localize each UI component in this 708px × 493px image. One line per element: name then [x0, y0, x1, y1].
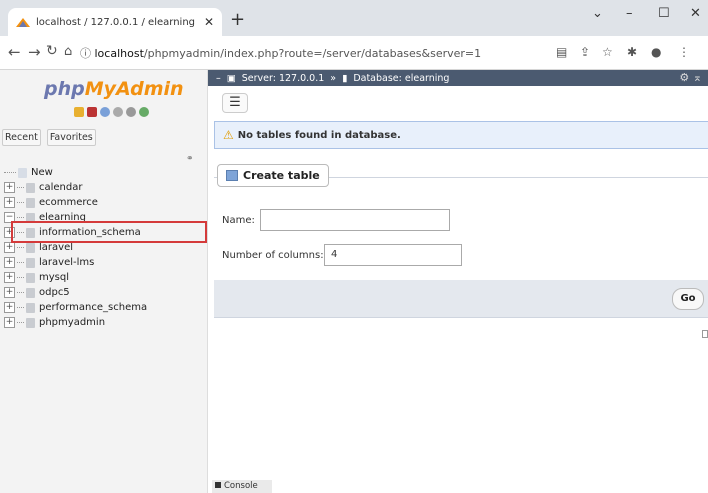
columns-count-input[interactable]: 4	[324, 244, 462, 266]
docs-icon[interactable]	[113, 107, 123, 117]
translate-icon[interactable]: ▤	[556, 45, 567, 59]
home-icon[interactable]	[74, 107, 84, 117]
main-content: – ▣ Server: 127.0.0.1 » ▮ Database: elea…	[208, 70, 708, 493]
database-icon	[26, 182, 35, 193]
expand-icon[interactable]: +	[4, 242, 15, 253]
notice-text: No tables found in database.	[237, 129, 401, 141]
database-icon	[26, 257, 35, 268]
profile-icon[interactable]: ●	[651, 45, 661, 59]
breadcrumb-server[interactable]: Server: 127.0.0.1	[242, 73, 325, 84]
extensions-icon[interactable]: ✱	[627, 45, 637, 59]
tree-item-calendar[interactable]: + calendar	[2, 180, 206, 195]
minimize-icon[interactable]: –	[626, 6, 633, 21]
url-host: localhost	[94, 47, 144, 60]
expand-icon[interactable]: +	[4, 197, 15, 208]
tree-item-new[interactable]: New	[2, 165, 206, 180]
create-table-legend: Create table	[217, 164, 329, 187]
database-icon	[26, 302, 35, 313]
link-icon[interactable]: ⚭	[186, 154, 194, 164]
bookmark-star-icon[interactable]: ☆	[602, 45, 613, 59]
tree-item-phpmyadmin[interactable]: + phpmyadmin	[2, 315, 206, 330]
table-name-input[interactable]	[260, 209, 450, 231]
share-icon[interactable]: ⇪	[580, 45, 590, 59]
form-footer: Go	[214, 280, 708, 318]
database-tree: New + calendar + ecommerce − elearning +…	[2, 165, 206, 330]
database-icon	[26, 317, 35, 328]
browser-tab[interactable]: localhost / 127.0.0.1 / elearning ✕	[8, 8, 222, 36]
forward-icon[interactable]: →	[28, 43, 41, 61]
server-icon: ▣	[226, 72, 236, 84]
nav-quick-icons	[74, 107, 149, 117]
url-path: /phpmyadmin/index.php?route=/server/data…	[143, 47, 482, 60]
favorites-tab[interactable]: Favorites	[46, 129, 96, 146]
logout-icon[interactable]	[87, 107, 97, 117]
expand-icon[interactable]: +	[4, 287, 15, 298]
tree-item-mysql[interactable]: + mysql	[2, 270, 206, 285]
new-db-icon	[18, 167, 27, 178]
tab-title: localhost / 127.0.0.1 / elearning	[36, 16, 195, 28]
tree-item-performance-schema[interactable]: + performance_schema	[2, 300, 206, 315]
table-add-icon	[226, 170, 238, 181]
no-tables-notice: ⚠ No tables found in database.	[214, 121, 708, 149]
expand-icon[interactable]: +	[4, 182, 15, 193]
info-icon[interactable]: ⓘ	[80, 47, 91, 60]
reload-icon[interactable]: ↻	[46, 43, 58, 59]
selection-highlight	[11, 221, 207, 243]
recent-tab[interactable]: Recent	[2, 129, 41, 146]
browser-toolbar: ← → ↻ ⌂ ⓘ localhost/phpmyadmin/index.php…	[0, 36, 708, 70]
address-bar[interactable]: ⓘ localhost/phpmyadmin/index.php?route=/…	[80, 45, 481, 61]
breadcrumb-database[interactable]: Database: elearning	[353, 73, 449, 84]
database-icon	[26, 272, 35, 283]
query-icon[interactable]	[100, 107, 110, 117]
expand-icon[interactable]: +	[4, 272, 15, 283]
new-tab-button[interactable]: +	[230, 9, 245, 30]
name-label: Name:	[222, 215, 255, 226]
tree-item-odpc5[interactable]: + odpc5	[2, 285, 206, 300]
page-icon	[702, 330, 708, 338]
expand-icon[interactable]: +	[4, 317, 15, 328]
columns-label: Number of columns:	[222, 250, 324, 261]
window-close-icon[interactable]: ✕	[690, 6, 701, 21]
collapse-nav-icon[interactable]: –	[216, 73, 221, 84]
console-toggle[interactable]: Console	[212, 480, 272, 493]
tree-item-ecommerce[interactable]: + ecommerce	[2, 195, 206, 210]
warning-icon: ⚠	[223, 128, 234, 142]
breadcrumb-separator: »	[330, 72, 337, 84]
back-icon[interactable]: ←	[8, 43, 21, 61]
database-icon	[26, 287, 35, 298]
expand-icon[interactable]: +	[4, 257, 15, 268]
navigation-panel: phpMyAdmin Recent Favorites ⚭ New + cale…	[0, 70, 208, 493]
maximize-icon[interactable]: ☐	[658, 6, 670, 21]
menu-toggle-button[interactable]: ☰	[222, 93, 248, 113]
console-icon	[215, 482, 221, 488]
go-button[interactable]: Go	[672, 288, 704, 310]
phpmyadmin-favicon	[16, 16, 30, 28]
expand-icon[interactable]: +	[4, 302, 15, 313]
breadcrumb: – ▣ Server: 127.0.0.1 » ▮ Database: elea…	[208, 70, 708, 86]
recent-favorites-bar: Recent Favorites	[2, 129, 96, 146]
tree-item-laravel-lms[interactable]: + laravel-lms	[2, 255, 206, 270]
menu-kebab-icon[interactable]: ⋮	[678, 45, 690, 59]
reload-nav-icon[interactable]	[139, 107, 149, 117]
phpmyadmin-logo[interactable]: phpMyAdmin	[44, 78, 184, 100]
browser-tabstrip: localhost / 127.0.0.1 / elearning ✕ + ⌄ …	[0, 0, 708, 36]
home-icon[interactable]: ⌂	[64, 44, 72, 59]
database-icon: ▮	[342, 72, 348, 84]
tab-search-icon[interactable]: ⌄	[592, 6, 603, 21]
tab-close-icon[interactable]: ✕	[204, 15, 214, 29]
settings-gear-icon[interactable]: ⚙ ⌅	[679, 71, 702, 84]
database-icon	[26, 197, 35, 208]
settings-icon[interactable]	[126, 107, 136, 117]
database-icon	[26, 242, 35, 253]
